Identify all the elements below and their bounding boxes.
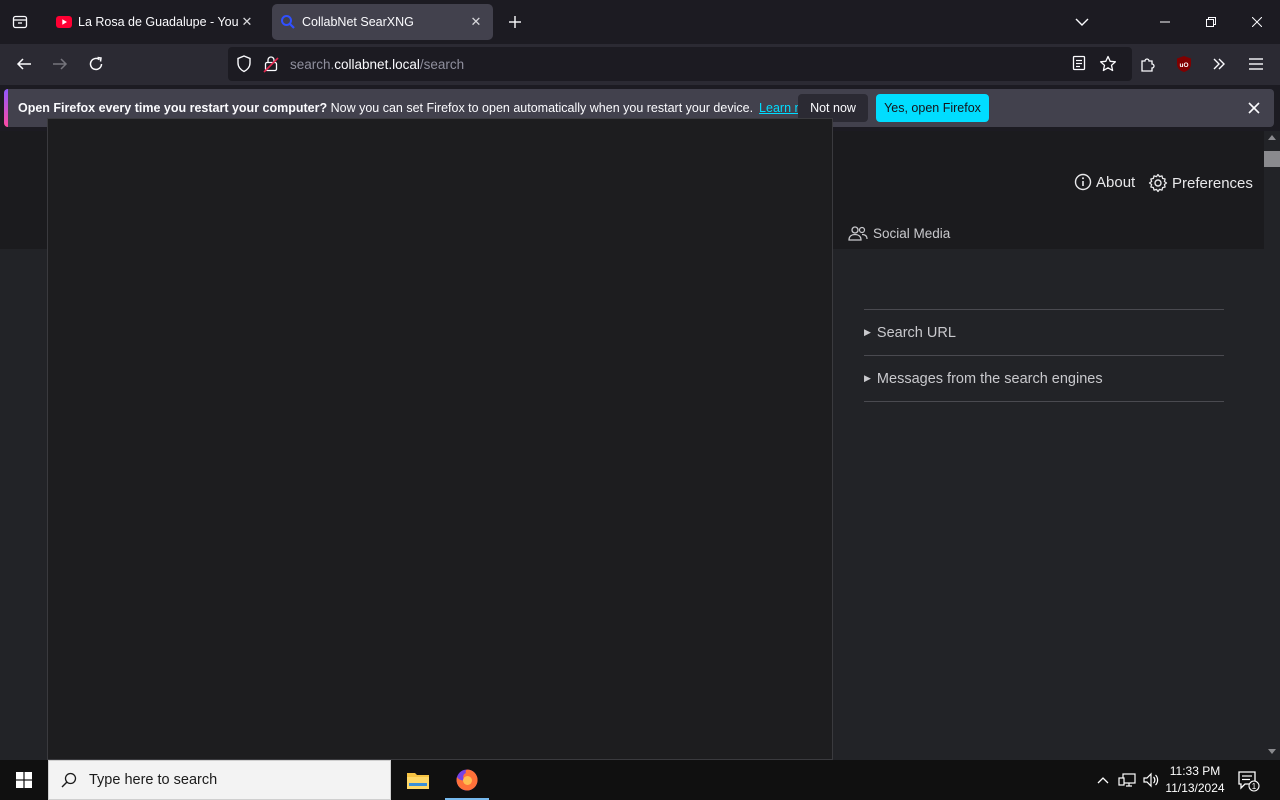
minimize-button[interactable] bbox=[1142, 0, 1188, 44]
details-summary: Search URL bbox=[876, 324, 956, 341]
arrow-right-icon bbox=[53, 58, 68, 70]
taskbar-search-box[interactable]: Type here to search bbox=[48, 760, 391, 800]
url-text[interactable]: search.collabnet.local/search bbox=[290, 57, 464, 72]
notification-body: Now you can set Firefox to open automati… bbox=[330, 101, 754, 115]
disclosure-triangle-icon: ▶ bbox=[864, 327, 871, 337]
gear-icon bbox=[1148, 173, 1168, 193]
notification-icon: 1 bbox=[1238, 771, 1260, 792]
new-tab-button[interactable] bbox=[502, 8, 528, 36]
yes-open-firefox-button[interactable]: Yes, open Firefox bbox=[876, 94, 989, 122]
volume-tray-button[interactable] bbox=[1140, 760, 1162, 800]
chevron-double-right-icon bbox=[1213, 58, 1225, 70]
back-button[interactable] bbox=[8, 49, 40, 79]
restore-icon bbox=[1206, 17, 1216, 27]
show-hidden-icons-button[interactable] bbox=[1094, 760, 1112, 800]
ublock-origin-button[interactable]: uO bbox=[1168, 49, 1200, 79]
network-tray-button[interactable] bbox=[1116, 760, 1138, 800]
info-icon bbox=[1074, 173, 1092, 191]
windows-logo-icon bbox=[16, 772, 32, 788]
disclosure-triangle-icon: ▶ bbox=[864, 373, 871, 383]
insecure-lock-icon[interactable] bbox=[263, 55, 279, 73]
tab-strip: La Rosa de Guadalupe - YouTube ✕ CollabN… bbox=[0, 0, 1280, 44]
start-button[interactable] bbox=[0, 760, 48, 800]
preferences-label: Preferences bbox=[1172, 174, 1253, 192]
network-icon bbox=[1118, 773, 1136, 787]
youtube-icon bbox=[56, 14, 72, 30]
close-icon bbox=[1252, 17, 1262, 27]
searxng-icon bbox=[280, 14, 296, 30]
chevron-down-icon bbox=[1075, 18, 1089, 26]
notification-title: Open Firefox every time you restart your… bbox=[18, 101, 328, 115]
hamburger-menu-icon bbox=[1249, 58, 1263, 70]
tab-title: La Rosa de Guadalupe - YouTube bbox=[78, 15, 238, 29]
close-tab-icon[interactable]: ✕ bbox=[467, 13, 485, 31]
ublock-origin-icon: uO bbox=[1177, 56, 1191, 72]
extensions-button[interactable] bbox=[1132, 49, 1164, 79]
autocomplete-dropdown-overlay bbox=[47, 118, 833, 760]
bookmark-star-icon[interactable] bbox=[1099, 55, 1117, 73]
scrollbar-thumb[interactable] bbox=[1264, 151, 1280, 167]
search-icon bbox=[49, 772, 89, 788]
minimize-icon bbox=[1160, 21, 1170, 23]
about-label: About bbox=[1096, 173, 1136, 191]
url-prefix: search. bbox=[290, 57, 335, 72]
reload-button[interactable] bbox=[80, 49, 112, 79]
notification-accent bbox=[4, 89, 8, 127]
file-explorer-button[interactable] bbox=[394, 760, 442, 800]
preferences-link[interactable]: Preferences bbox=[1148, 173, 1253, 193]
notification-count: 1 bbox=[1252, 782, 1257, 791]
windows-taskbar: Type here to search 11:33 PM 11/13/2024 … bbox=[0, 760, 1280, 800]
list-all-tabs-button[interactable] bbox=[1068, 8, 1096, 36]
firefox-view-button[interactable] bbox=[4, 6, 36, 38]
category-label: Social Media bbox=[873, 225, 951, 241]
arrow-left-icon bbox=[16, 58, 31, 70]
plus-icon bbox=[509, 16, 521, 28]
tracking-shield-icon[interactable] bbox=[236, 55, 252, 73]
scroll-down-arrow-icon[interactable] bbox=[1268, 749, 1276, 754]
close-window-button[interactable] bbox=[1234, 0, 1280, 44]
details-summary: Messages from the search engines bbox=[876, 370, 1103, 387]
firefox-icon bbox=[456, 769, 478, 791]
speaker-icon bbox=[1143, 772, 1159, 788]
app-menu-button[interactable] bbox=[1240, 49, 1272, 79]
tab-title: CollabNet SearXNG bbox=[302, 15, 414, 29]
people-icon bbox=[848, 226, 868, 241]
address-bar[interactable]: search.collabnet.local/search bbox=[228, 47, 1132, 81]
folder-icon bbox=[407, 773, 429, 789]
close-tab-icon[interactable]: ✕ bbox=[238, 13, 256, 31]
scroll-up-arrow-icon[interactable] bbox=[1268, 135, 1276, 140]
about-link[interactable]: About bbox=[1074, 173, 1135, 191]
url-path: /search bbox=[419, 57, 465, 72]
firefox-view-icon bbox=[12, 15, 28, 29]
firefox-taskbar-button[interactable] bbox=[443, 760, 491, 800]
search-placeholder: Type here to search bbox=[89, 772, 218, 788]
more-tools-button[interactable] bbox=[1203, 49, 1235, 79]
forward-button[interactable] bbox=[44, 49, 76, 79]
reader-view-icon[interactable] bbox=[1072, 55, 1086, 71]
tab-youtube[interactable]: La Rosa de Guadalupe - YouTube ✕ bbox=[48, 4, 264, 40]
search-url-details[interactable]: ▶ Search URL bbox=[864, 310, 1224, 356]
category-tab-social-media[interactable]: Social Media bbox=[848, 225, 950, 241]
ublock-badge-text: uO bbox=[1179, 62, 1188, 69]
page-scrollbar[interactable] bbox=[1264, 131, 1280, 760]
clock-time: 11:33 PM bbox=[1169, 764, 1221, 778]
results-sidebar: ▶ Search URL ▶ Messages from the search … bbox=[864, 309, 1224, 402]
chevron-up-icon bbox=[1097, 777, 1109, 784]
puzzle-icon bbox=[1141, 58, 1155, 72]
restore-button[interactable] bbox=[1188, 0, 1234, 44]
close-icon bbox=[1248, 102, 1260, 114]
clock-date: 11/13/2024 bbox=[1165, 781, 1225, 795]
reload-icon bbox=[89, 56, 103, 71]
notification-message: Open Firefox every time you restart your… bbox=[18, 101, 823, 115]
tab-searxng[interactable]: CollabNet SearXNG ✕ bbox=[272, 4, 493, 40]
url-host: collabnet.local bbox=[334, 57, 420, 72]
navigation-toolbar: search.collabnet.local/search uO bbox=[0, 44, 1280, 85]
engine-messages-details[interactable]: ▶ Messages from the search engines bbox=[864, 356, 1224, 402]
close-notification-button[interactable] bbox=[1244, 98, 1264, 118]
action-center-button[interactable]: 1 bbox=[1236, 768, 1260, 792]
taskbar-clock[interactable]: 11:33 PM 11/13/2024 bbox=[1160, 763, 1230, 797]
